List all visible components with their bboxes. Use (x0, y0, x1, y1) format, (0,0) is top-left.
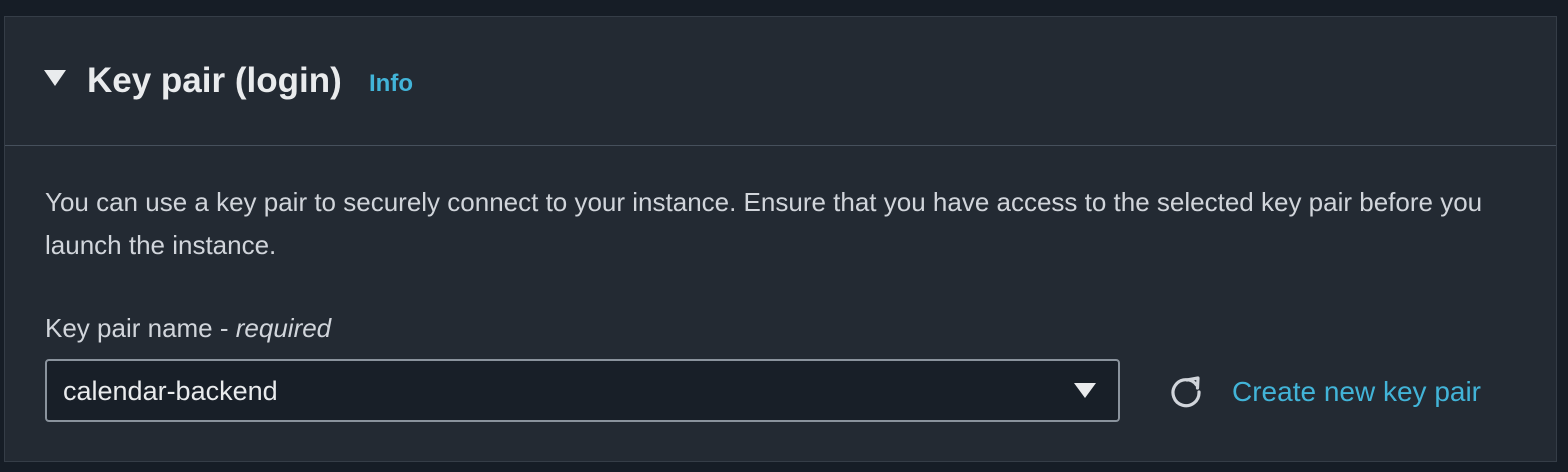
required-label: required (235, 313, 332, 343)
key-pair-panel: Key pair (login) Info You can use a key … (4, 16, 1557, 462)
key-pair-select-value: calendar-backend (63, 376, 278, 406)
section-title: Key pair (login) (87, 61, 342, 100)
chevron-down-icon (1074, 383, 1096, 398)
section-description: You can use a key pair to securely conne… (45, 187, 1483, 260)
refresh-icon (1171, 376, 1201, 408)
key-pair-select[interactable]: calendar-backend (45, 359, 1120, 422)
refresh-button[interactable] (1167, 373, 1205, 411)
key-pair-name-label: Key pair name - required (45, 311, 331, 345)
panel-header: Key pair (login) Info (5, 17, 1556, 146)
collapse-caret-icon[interactable] (44, 70, 66, 86)
create-new-key-pair-link[interactable]: Create new key pair (1232, 375, 1481, 409)
key-pair-name-label-text: Key pair name - (45, 313, 236, 343)
info-link[interactable]: Info (369, 69, 413, 99)
